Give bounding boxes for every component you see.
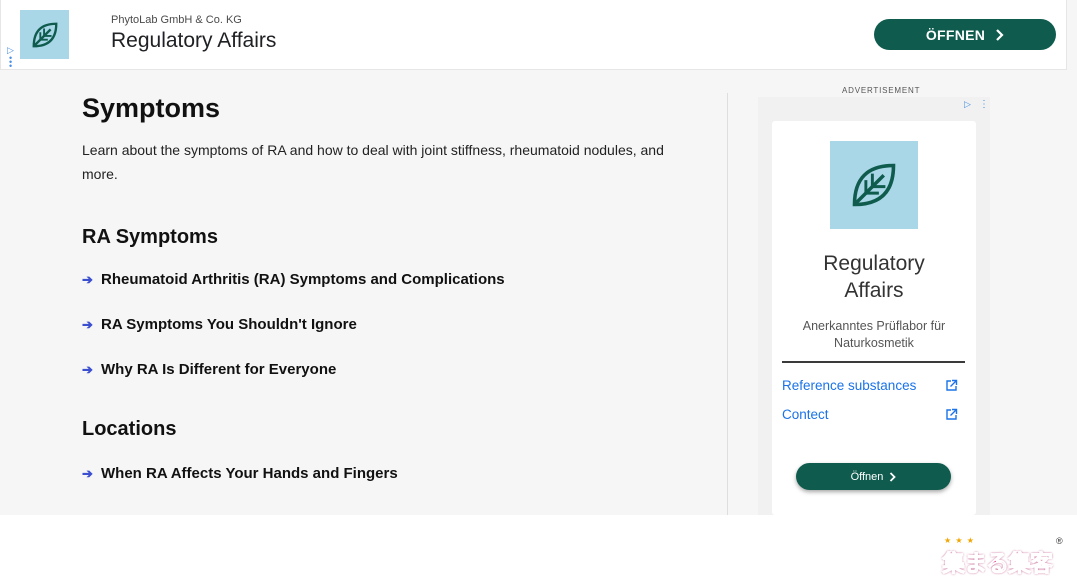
- page-title: Symptoms: [82, 93, 221, 123]
- chevron-right-icon: [890, 471, 897, 482]
- arrow-right-icon: ➔: [82, 271, 93, 287]
- sidebar-ad-open-label: Öffnen: [850, 470, 884, 483]
- article-content: Symptoms Learn about the symptoms of RA …: [82, 93, 702, 482]
- ad-open-label: ÖFFNEN: [925, 26, 986, 43]
- watermark-text: 集まる集客: [942, 551, 1054, 578]
- ad-menu-icon[interactable]: • • •: [9, 54, 12, 71]
- registered-mark: ®: [1056, 536, 1063, 546]
- ad-logo[interactable]: [20, 10, 69, 59]
- ad-link-contect[interactable]: Contect: [782, 407, 958, 422]
- ad-menu-icon[interactable]: ⋮: [979, 99, 989, 110]
- ad-link-label: Contect: [782, 407, 829, 422]
- arrow-right-icon: ➔: [82, 316, 93, 332]
- ad-link-label: Reference substances: [782, 378, 917, 393]
- external-link-icon: [946, 379, 958, 391]
- link-ra-symptoms-ignore[interactable]: ➔ RA Symptoms You Shouldn't Ignore: [82, 316, 702, 333]
- link-label: When RA Affects Your Hands and Fingers: [101, 465, 398, 482]
- sidebar-ad-card[interactable]: Regulatory Affairs Anerkanntes Prüflabor…: [772, 121, 976, 515]
- ad-open-button[interactable]: ÖFFNEN: [874, 19, 1056, 50]
- link-label: RA Symptoms You Shouldn't Ignore: [101, 316, 357, 333]
- link-ra-symptoms-complications[interactable]: ➔ Rheumatoid Arthritis (RA) Symptoms and…: [82, 271, 702, 288]
- bottom-area: [0, 515, 1077, 583]
- arrow-right-icon: ➔: [82, 361, 93, 377]
- sidebar-ad-title[interactable]: Regulatory Affairs: [772, 250, 976, 304]
- section-heading-ra-symptoms: RA Symptoms: [82, 226, 218, 248]
- adchoices-icon[interactable]: ▷: [964, 99, 971, 110]
- watermark-logo: ★ ★ ★ 集まる集客 ®: [940, 532, 1070, 578]
- chevron-right-icon: [996, 28, 1004, 41]
- link-label: Why RA Is Different for Everyone: [101, 361, 337, 378]
- link-ra-hands[interactable]: ➔ When RA Affects Your Hands and Fingers: [82, 465, 702, 482]
- link-ra-different[interactable]: ➔ Why RA Is Different for Everyone: [82, 361, 702, 378]
- sidebar-ad-open-button[interactable]: Öffnen: [796, 463, 951, 490]
- page-viewport: PhytoLab GmbH & Co. KG Regulatory Affair…: [0, 0, 1077, 515]
- external-link-icon: [946, 408, 958, 420]
- column-divider: [727, 93, 728, 515]
- section-heading-locations: Locations: [82, 418, 177, 440]
- sidebar-ad-subtitle: Anerkanntes Prüflabor für Naturkosmetik: [802, 319, 946, 350]
- ad-logo[interactable]: [830, 141, 918, 229]
- ad-company: PhytoLab GmbH & Co. KG: [111, 14, 242, 26]
- arrow-right-icon: ➔: [82, 465, 93, 481]
- leaf-icon: [32, 22, 57, 47]
- top-banner-ad[interactable]: PhytoLab GmbH & Co. KG Regulatory Affair…: [0, 0, 1067, 71]
- sidebar-ad[interactable]: ▷ ⋮ Regulatory Affairs Anerkanntes Prüfl…: [758, 97, 990, 515]
- advertisement-label: ADVERTISEMENT: [842, 86, 921, 95]
- leaf-icon: [852, 163, 896, 207]
- sidebar-ad-divider: [782, 361, 965, 363]
- link-label: Rheumatoid Arthritis (RA) Symptoms and C…: [101, 271, 505, 288]
- ad-link-reference-substances[interactable]: Reference substances: [782, 378, 958, 393]
- page-intro: Learn about the symptoms of RA and how t…: [82, 142, 664, 182]
- ad-title[interactable]: Regulatory Affairs: [111, 29, 276, 53]
